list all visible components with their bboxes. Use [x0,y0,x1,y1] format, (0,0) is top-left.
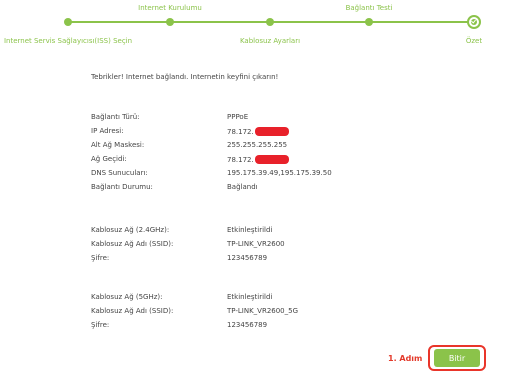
step-label-isp-select: Internet Servis Sağlayıcısı(ISS) Seçin [3,37,133,45]
info-label: Kablosuz Ağ Adı (SSID): [91,307,174,315]
step-label-wireless-settings: Kablosuz Ayarları [239,37,301,45]
step-label-internet-setup: Internet Kurulumu [138,4,202,12]
info-label: Kablosuz Ağ (5GHz): [91,293,163,301]
info-value: TP-LINK_VR2600_5G [227,307,299,315]
step-label-connection-test: Bağlantı Testi [345,4,393,12]
info-label: Şifre: [91,321,110,329]
info-label: Bağlantı Türü: [91,113,140,121]
info-label: Bağlantı Durumu: [91,183,153,191]
congrats-message: Tebrikler! Internet bağlandı. Internetin… [91,73,279,81]
progress-step-dot [64,18,72,26]
info-value: TP-LINK_VR2600 [227,240,285,248]
progress-step-dot [166,18,174,26]
redaction-mark [254,155,289,164]
info-label: Kablosuz Ağ (2.4GHz): [91,226,170,234]
redaction-mark [254,127,289,136]
info-value: PPPoE [227,113,249,121]
setup-progress-bar: Internet Kurulumu Bağlantı Testi Interne… [0,0,507,50]
info-label: Şifre: [91,254,110,262]
finish-button[interactable]: Bitir [434,349,480,367]
step-annotation: 1. Adım [388,354,423,363]
info-value: 195.175.39.49,195.175.39.50 [227,169,332,177]
info-value-redacted: 78.172. [227,155,289,164]
info-label: IP Adresi: [91,127,124,135]
current-step-check-icon [467,15,481,29]
info-label: DNS Sunucuları: [91,169,148,177]
info-value: 123456789 [227,321,268,329]
info-value: Etkinleştirildi [227,226,273,234]
info-value: 255.255.255.255 [227,141,288,149]
info-value: Bağlandı [227,183,258,191]
info-label: Kablosuz Ağ Adı (SSID): [91,240,174,248]
info-value: Etkinleştirildi [227,293,273,301]
info-value: 78.172. [227,128,254,136]
info-value: 123456789 [227,254,268,262]
step-label-summary: Özet [465,37,483,45]
progress-step-dot [365,18,373,26]
finish-button-highlight: Bitir [428,345,486,371]
info-label: Ağ Geçidi: [91,155,127,163]
info-value-redacted: 78.172. [227,127,289,136]
progress-step-dot [266,18,274,26]
info-value: 78.172. [227,156,254,164]
info-label: Alt Ağ Maskesi: [91,141,145,149]
